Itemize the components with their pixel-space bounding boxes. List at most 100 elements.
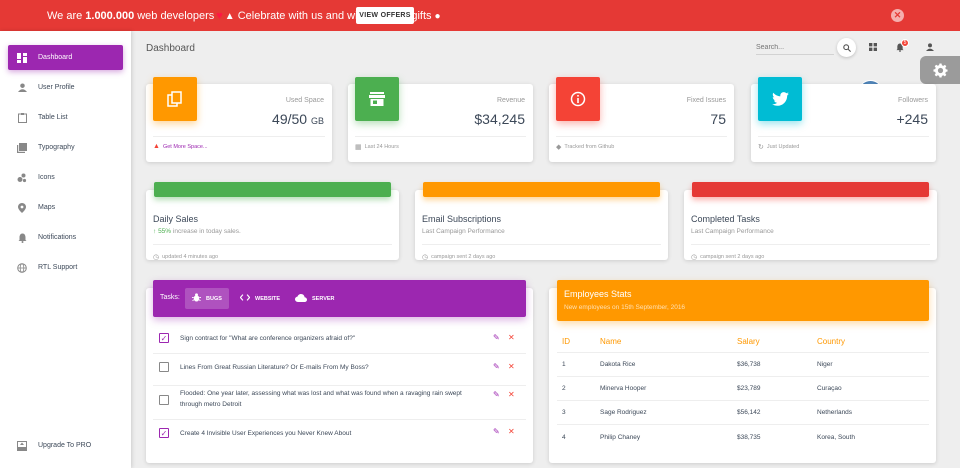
chart-highlight: 55% <box>158 228 172 235</box>
table-header-country: Country <box>817 337 846 346</box>
task-text: Create 4 Invisible User Experiences you … <box>180 430 352 437</box>
tab-bugs[interactable]: BUGS <box>185 288 229 309</box>
sidebar-item-label: User Profile <box>38 84 75 91</box>
warning-icon: ▲ <box>153 143 160 150</box>
chart-footer-text: updated 4 minutes ago <box>162 254 219 260</box>
close-icon[interactable]: ✕ <box>508 427 515 436</box>
task-row: Lines From Great Russian Literature? Or … <box>153 354 526 386</box>
sidebar-item-upgrade-pro[interactable]: Upgrade To PRO <box>8 433 123 458</box>
task-text: Lines From Great Russian Literature? Or … <box>180 364 369 371</box>
task-text: Flooded: One year later, assessing what … <box>180 390 462 408</box>
bomb-icon: ● <box>434 10 441 22</box>
stat-value: 49/50 GB <box>272 111 324 127</box>
sidebar-item-notifications[interactable]: Notifications <box>8 225 123 250</box>
page-title: Dashboard <box>146 43 195 54</box>
info-outline-icon <box>556 77 600 121</box>
sidebar: Dashboard User Profile Table List Typogr… <box>0 31 131 468</box>
sidebar-item-label: Notifications <box>38 234 77 241</box>
tab-label: WEBSITE <box>255 295 281 302</box>
sidebar-item-typography[interactable]: Typography <box>8 135 123 160</box>
language-icon <box>17 262 27 273</box>
task-row: ✓ Create 4 Invisible User Experiences yo… <box>153 420 526 452</box>
edit-icon[interactable]: ✎ <box>493 362 500 371</box>
table-cell: Minerva Hooper <box>600 385 647 392</box>
table-divider <box>557 424 929 425</box>
task-checkbox[interactable]: ✓ <box>159 333 169 343</box>
sidebar-item-dashboard[interactable]: Dashboard <box>8 45 123 70</box>
banner-text-mid: web developers <box>137 10 215 22</box>
table-header-id: ID <box>562 337 570 346</box>
stat-footer-text: Tracked from Github <box>564 144 615 150</box>
view-offers-button[interactable]: VIEW OFFERS <box>356 7 414 24</box>
edit-icon[interactable]: ✎ <box>493 390 500 399</box>
banner-text-bold: 1.000.000 <box>85 10 135 22</box>
person-icon <box>17 83 27 93</box>
close-icon[interactable]: ✕ <box>508 333 515 342</box>
tab-server[interactable]: SERVER <box>288 288 342 309</box>
stat-value: +245 <box>896 111 928 127</box>
edit-icon[interactable]: ✎ <box>493 427 500 436</box>
divider <box>758 136 929 137</box>
bell-icon <box>17 233 27 243</box>
bug-icon <box>192 293 201 304</box>
dashboard-icon[interactable] <box>866 40 880 54</box>
chart-header <box>154 182 391 197</box>
tab-website[interactable]: WEBSITE <box>233 288 287 309</box>
table-cell: Curaçao <box>817 385 842 392</box>
stat-label: Used Space <box>285 97 324 104</box>
sidebar-item-label: RTL Support <box>38 264 78 271</box>
sidebar-item-label: Icons <box>38 174 55 181</box>
sidebar-item-icons[interactable]: Icons <box>8 165 123 190</box>
task-checkbox[interactable] <box>159 395 169 405</box>
clipboard-icon <box>17 112 27 123</box>
search-button[interactable] <box>837 38 856 57</box>
twitter-icon <box>758 77 802 121</box>
person-icon[interactable] <box>923 40 937 54</box>
table-divider <box>557 400 929 401</box>
chart-title: Email Subscriptions <box>422 214 502 224</box>
table-cell: Dakota Rice <box>600 361 636 368</box>
stat-label: Followers <box>898 97 928 104</box>
divider <box>153 136 325 137</box>
stat-value: $34,245 <box>474 111 525 127</box>
chart-footer: ◷ updated 4 minutes ago <box>153 253 218 261</box>
stat-footer: ▦ Last 24 Hours <box>355 143 399 151</box>
chart-card-completed-tasks: Completed Tasks Last Campaign Performanc… <box>684 182 937 261</box>
sidebar-item-table-list[interactable]: Table List <box>8 105 123 130</box>
chart-title: Daily Sales <box>153 214 199 224</box>
stat-value: 75 <box>710 111 726 127</box>
employees-title: Employees Stats <box>564 289 632 299</box>
chart-header <box>692 182 929 197</box>
sidebar-item-label: Maps <box>38 204 56 211</box>
sidebar-item-user-profile[interactable]: User Profile <box>8 75 123 100</box>
chart-footer: ◷ campaign sent 2 days ago <box>422 253 495 261</box>
chart-subtitle: Last Campaign Performance <box>422 228 505 235</box>
arrow-upward-icon: ↑ <box>153 228 157 235</box>
settings-fixed-plugin[interactable] <box>920 56 960 84</box>
task-text: Sign contract for "What are conference o… <box>180 335 356 342</box>
close-icon[interactable]: ✕ <box>891 9 904 22</box>
divider <box>422 244 661 245</box>
edit-icon[interactable]: ✎ <box>493 333 500 342</box>
stat-footer-text: Just Updated <box>766 144 800 150</box>
get-more-space-link[interactable]: Get More Space... <box>163 144 208 150</box>
table-cell: 4 <box>562 434 566 441</box>
divider <box>691 244 930 245</box>
task-checkbox[interactable] <box>159 362 169 372</box>
chart-card-email-subscriptions: Email Subscriptions Last Campaign Perfor… <box>415 182 668 261</box>
task-checkbox[interactable]: ✓ <box>159 428 169 438</box>
close-icon[interactable]: ✕ <box>508 362 515 371</box>
stat-footer: ▲ Get More Space... <box>153 143 208 150</box>
unarchive-icon <box>17 440 27 451</box>
sidebar-item-maps[interactable]: Maps <box>8 195 123 220</box>
close-icon[interactable]: ✕ <box>508 390 515 399</box>
search-input[interactable] <box>756 40 834 55</box>
table-cell: Netherlands <box>817 409 853 416</box>
notification-badge: 5 <box>901 39 909 47</box>
chart-subtitle: Last Campaign Performance <box>691 228 774 235</box>
sidebar-item-rtl-support[interactable]: RTL Support <box>8 255 123 280</box>
banner-text-before: We are <box>47 10 83 22</box>
table-cell: Sage Rodriguez <box>600 409 647 416</box>
content-copy-icon <box>153 77 197 121</box>
stat-card-fixed-issues: Fixed Issues 75 ◆ Tracked from Github <box>549 77 734 162</box>
